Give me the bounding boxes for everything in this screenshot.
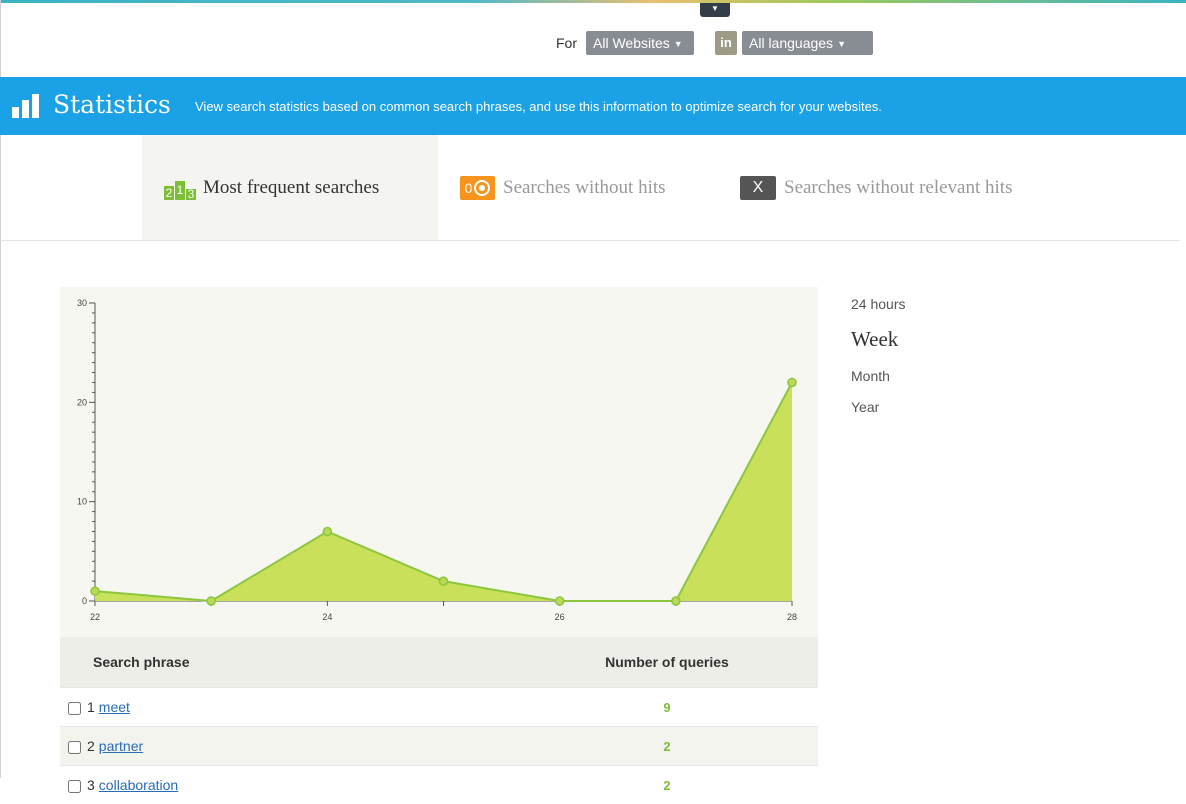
row-checkbox[interactable] bbox=[68, 741, 81, 754]
phrase-link[interactable]: partner bbox=[99, 738, 143, 754]
caret-down-icon: ▼ bbox=[674, 39, 683, 49]
data-point bbox=[440, 577, 448, 585]
filter-bar: For All Websites ▼ in All languages ▼ bbox=[0, 29, 1186, 57]
tab-searches-without-hits[interactable]: 0 Searches without hits bbox=[438, 135, 718, 240]
caret-down-icon: ▼ bbox=[837, 39, 846, 49]
in-badge: in bbox=[715, 31, 737, 55]
searches-chart: 0 10 20 30 22 24 26 28 bbox=[60, 287, 818, 637]
period-24-hours[interactable]: 24 hours bbox=[851, 296, 905, 312]
phrase-link[interactable]: meet bbox=[99, 699, 130, 715]
for-label: For bbox=[556, 35, 577, 51]
tab-most-frequent-searches[interactable]: 213 Most frequent searches bbox=[142, 135, 438, 240]
tab-label: Most frequent searches bbox=[203, 177, 379, 199]
x-tick-label: 28 bbox=[787, 612, 797, 622]
y-tick-label: 0 bbox=[82, 596, 87, 606]
ranking-icon: 213 bbox=[164, 176, 197, 200]
zero-target-icon: 0 bbox=[460, 176, 495, 200]
tab-searches-without-relevant-hits[interactable]: X Searches without relevant hits bbox=[718, 135, 1078, 240]
search-phrases-table: Search phrase Number of queries 1meet 9 … bbox=[60, 637, 818, 804]
x-tick-label: 24 bbox=[322, 612, 332, 622]
statistics-banner: Statistics View search statistics based … bbox=[0, 77, 1186, 135]
row-checkbox[interactable] bbox=[68, 780, 81, 793]
query-count: 2 bbox=[516, 766, 818, 804]
website-dropdown[interactable]: All Websites ▼ bbox=[586, 31, 694, 55]
period-month[interactable]: Month bbox=[851, 368, 890, 384]
row-rank: 1 bbox=[87, 699, 95, 715]
tab-label: Searches without relevant hits bbox=[784, 177, 1012, 199]
phrase-link[interactable]: collaboration bbox=[99, 777, 178, 793]
column-header-phrase[interactable]: Search phrase bbox=[60, 637, 516, 688]
table-row: 3collaboration 2 bbox=[60, 766, 818, 804]
row-rank: 2 bbox=[87, 738, 95, 754]
period-week[interactable]: Week bbox=[851, 327, 898, 352]
x-tick-label: 26 bbox=[555, 612, 565, 622]
statistics-tabs: 213 Most frequent searches 0 Searches wi… bbox=[0, 135, 1180, 241]
bar-chart-icon bbox=[12, 94, 46, 118]
x-tick-label: 22 bbox=[90, 612, 100, 622]
collapse-toggle[interactable]: ▼ bbox=[700, 3, 730, 17]
website-dropdown-label: All Websites bbox=[593, 35, 670, 51]
row-checkbox[interactable] bbox=[68, 702, 81, 715]
y-tick-label: 30 bbox=[77, 298, 87, 308]
chart-svg: 0 10 20 30 22 24 26 28 bbox=[60, 287, 818, 637]
query-count: 9 bbox=[516, 688, 818, 727]
data-point bbox=[672, 597, 680, 605]
top-accent-line bbox=[0, 0, 1186, 3]
table-row: 2partner 2 bbox=[60, 727, 818, 766]
query-count: 2 bbox=[516, 727, 818, 766]
row-rank: 3 bbox=[87, 777, 95, 793]
page-title: Statistics bbox=[53, 90, 171, 119]
data-point bbox=[323, 527, 331, 535]
period-year[interactable]: Year bbox=[851, 399, 879, 415]
area-fill bbox=[95, 382, 792, 601]
tab-label: Searches without hits bbox=[503, 177, 666, 199]
chevron-down-icon: ▼ bbox=[711, 4, 719, 13]
series-line bbox=[95, 382, 792, 601]
y-tick-label: 10 bbox=[77, 497, 87, 507]
y-tick-label: 20 bbox=[77, 397, 87, 407]
data-point bbox=[207, 597, 215, 605]
language-dropdown-label: All languages bbox=[749, 35, 833, 51]
data-point bbox=[788, 378, 796, 386]
data-point bbox=[91, 587, 99, 595]
table-row: 1meet 9 bbox=[60, 688, 818, 727]
data-point bbox=[556, 597, 564, 605]
page-description: View search statistics based on common s… bbox=[195, 99, 882, 114]
column-header-count[interactable]: Number of queries bbox=[516, 637, 818, 688]
language-dropdown[interactable]: All languages ▼ bbox=[742, 31, 873, 55]
x-icon: X bbox=[740, 176, 776, 200]
